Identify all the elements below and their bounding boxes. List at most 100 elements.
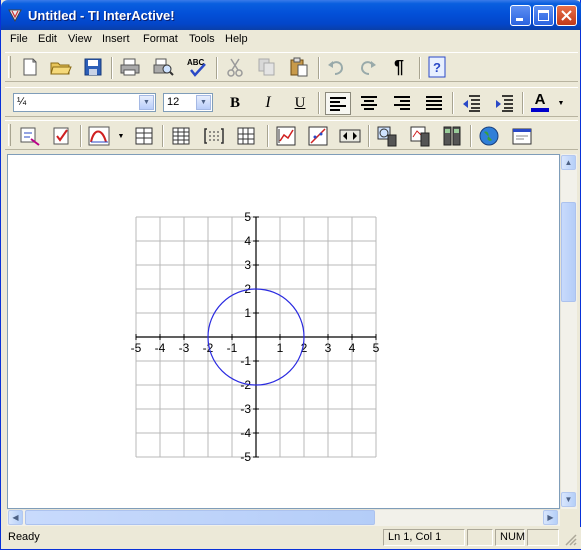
cut-icon[interactable]: [224, 56, 246, 78]
scroll-left-button[interactable]: ◀: [8, 510, 23, 525]
close-icon: [561, 10, 572, 21]
calculator-link-icon[interactable]: [376, 125, 398, 147]
align-center-icon: [361, 96, 377, 110]
resize-grip-icon[interactable]: [564, 533, 577, 546]
chevron-down-icon[interactable]: ▼: [139, 95, 154, 110]
send-to-calculator-icon[interactable]: [409, 125, 431, 147]
x-tick-label: 4: [349, 341, 356, 355]
underline-button[interactable]: U: [289, 92, 311, 114]
app-icon: [8, 9, 22, 23]
paste-icon[interactable]: [288, 56, 310, 78]
svg-text:?: ?: [433, 60, 441, 75]
horizontal-scrollbar[interactable]: ◀ ▶: [7, 509, 560, 526]
scroll-down-button[interactable]: ▼: [561, 492, 576, 507]
menu-bar: File Edit View Insert Format Tools Help: [5, 30, 578, 49]
window-title: Untitled - TI InterActive!: [28, 8, 175, 23]
minimize-button[interactable]: [510, 5, 531, 26]
toolbar-grip[interactable]: [8, 124, 11, 146]
menu-format[interactable]: Format: [143, 33, 178, 45]
graph-icon[interactable]: [88, 125, 110, 147]
menu-tools[interactable]: Tools: [189, 33, 215, 45]
align-left-button[interactable]: [325, 92, 351, 115]
data-editor-icon[interactable]: [170, 125, 192, 147]
matrix-icon[interactable]: [203, 125, 225, 147]
font-size-value: 12: [167, 96, 180, 108]
x-tick-label: 5: [373, 341, 380, 355]
y-tick-label: 4: [244, 234, 251, 248]
align-right-button[interactable]: [391, 92, 413, 114]
copy-icon[interactable]: [256, 56, 278, 78]
menu-edit[interactable]: Edit: [38, 33, 57, 45]
y-tick-label: -1: [240, 354, 251, 368]
graph-plot[interactable]: -5 -4 -3 -2 -1 1 2 3 4 554321-1-2-3-4-5: [128, 210, 393, 465]
x-tick-label: -1: [227, 341, 238, 355]
align-left-icon: [330, 96, 346, 111]
math-box-icon[interactable]: [19, 125, 41, 147]
font-value: ¼: [17, 96, 27, 108]
font-color-letter: A: [534, 91, 546, 108]
print-preview-icon[interactable]: [152, 56, 174, 78]
print-icon[interactable]: [119, 56, 141, 78]
regression-icon[interactable]: [307, 125, 329, 147]
formatting-toolbar: ¼ ▼ 12 ▼ B I U A ▼: [5, 87, 578, 117]
font-color-swatch: [531, 108, 549, 112]
menu-help[interactable]: Help: [225, 33, 248, 45]
scroll-right-button[interactable]: ▶: [543, 510, 558, 525]
decrease-indent-icon[interactable]: [460, 92, 482, 114]
vertical-scrollbar[interactable]: ▲ ▼: [560, 154, 577, 509]
title-bar[interactable]: Untitled - TI InterActive!: [1, 0, 581, 30]
x-tick-label: 3: [325, 341, 332, 355]
close-button[interactable]: [556, 5, 577, 26]
help-icon[interactable]: ?: [426, 56, 448, 78]
menu-file[interactable]: File: [10, 33, 28, 45]
menu-insert[interactable]: Insert: [102, 33, 130, 45]
font-combo[interactable]: ¼ ▼: [13, 93, 156, 112]
y-tick-label: 5: [244, 210, 251, 224]
y-tick-label: 3: [244, 258, 251, 272]
x-tick-label: -5: [131, 341, 142, 355]
maximize-button[interactable]: [533, 5, 554, 26]
app-window: Untitled - TI InterActive! File Edit Vie…: [0, 0, 581, 550]
font-color-dropdown-icon[interactable]: ▼: [555, 92, 567, 114]
horizontal-scroll-thumb[interactable]: [25, 510, 375, 525]
table-grid-icon[interactable]: [235, 125, 257, 147]
stats-plot-icon[interactable]: [275, 125, 297, 147]
web-page-icon[interactable]: [511, 125, 533, 147]
graph-dropdown-icon[interactable]: ▼: [116, 125, 126, 147]
paragraph-marks-icon[interactable]: ¶: [388, 56, 410, 78]
chevron-down-icon[interactable]: ▼: [196, 95, 211, 110]
toolbar-grip[interactable]: [8, 56, 11, 78]
x-tick-label: -4: [155, 341, 166, 355]
calculator-icon[interactable]: [441, 125, 463, 147]
font-size-combo[interactable]: 12 ▼: [163, 93, 213, 112]
status-panel-empty: [527, 529, 559, 546]
bold-button[interactable]: B: [224, 92, 246, 114]
save-icon[interactable]: [82, 56, 104, 78]
increase-indent-icon[interactable]: [493, 92, 515, 114]
x-tick-label: 1: [277, 341, 284, 355]
scroll-up-button[interactable]: ▲: [561, 155, 576, 170]
redo-icon[interactable]: [357, 56, 379, 78]
vertical-scroll-thumb[interactable]: [561, 202, 576, 302]
new-document-icon[interactable]: [19, 56, 41, 78]
font-color-button[interactable]: A: [529, 91, 551, 113]
document-area[interactable]: -5 -4 -3 -2 -1 1 2 3 4 5 5 4 3 2 1 -1 -2 -3 -4 -5: [7, 154, 560, 509]
align-center-button[interactable]: [358, 92, 380, 114]
check-math-icon[interactable]: [51, 125, 73, 147]
slider-icon[interactable]: [339, 125, 361, 147]
y-tick-label: 1: [244, 306, 251, 320]
open-folder-icon[interactable]: [50, 56, 72, 78]
undo-icon[interactable]: [325, 56, 347, 78]
menu-view[interactable]: View: [68, 33, 92, 45]
web-globe-icon[interactable]: [478, 125, 500, 147]
status-message: Ready: [8, 531, 40, 543]
status-bar: Ready Ln 1, Col 1 NUM: [1, 527, 581, 549]
italic-button[interactable]: I: [257, 92, 279, 114]
spell-check-icon[interactable]: ABC: [185, 56, 207, 78]
list-table-icon[interactable]: [133, 125, 155, 147]
cursor-position: Ln 1, Col 1: [383, 529, 465, 546]
justify-icon: [426, 96, 442, 110]
justify-button[interactable]: [423, 92, 445, 114]
standard-toolbar: ABC ¶ ?: [5, 52, 578, 82]
math-toolbar: ▼: [5, 120, 578, 150]
